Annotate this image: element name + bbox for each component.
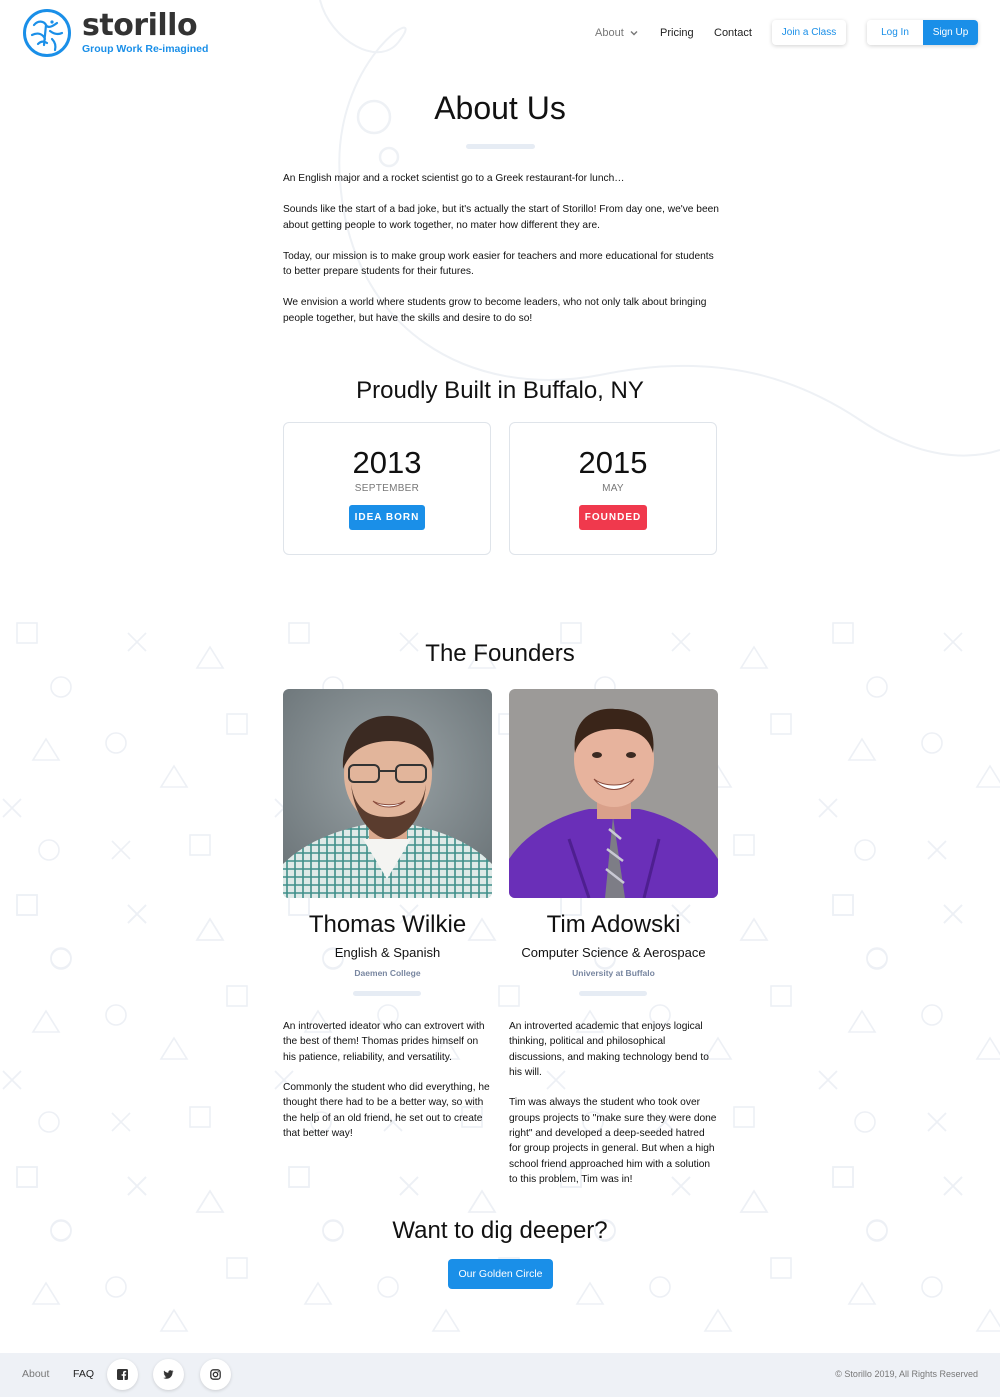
founder-photo-thomas (283, 689, 492, 898)
milestone-card: 2013 SEPTEMBER IDEA BORN (283, 422, 491, 555)
instagram-icon (210, 1369, 221, 1380)
about-paragraph: Today, our mission is to make group work… (283, 250, 714, 278)
milestone-year: 2015 (578, 445, 648, 480)
milestone-card: 2015 MAY FOUNDED (509, 422, 717, 555)
facebook-button[interactable] (107, 1359, 138, 1390)
twitter-button[interactable] (153, 1359, 184, 1390)
founder-major: Computer Science & Aerospace (521, 945, 706, 960)
founder-divider (353, 991, 421, 996)
bio-paragraph: An introverted academic that enjoys logi… (509, 1021, 709, 1078)
title-divider (466, 144, 535, 149)
about-paragraph: Sounds like the start of a bad joke, but… (283, 204, 719, 231)
founder-name: Thomas Wilkie (308, 911, 467, 938)
founder-school: University at Buffalo (572, 968, 655, 978)
nav-item-pricing[interactable]: Pricing (660, 27, 694, 39)
founder-divider (579, 991, 647, 996)
twitter-icon (163, 1370, 174, 1379)
milestone-month: SEPTEMBER (354, 483, 420, 494)
milestone-badge: FOUNDED (578, 505, 648, 530)
join-class-button[interactable]: Join a Class (772, 20, 846, 45)
milestone-year: 2013 (352, 445, 422, 480)
instagram-button[interactable] (200, 1359, 231, 1390)
login-button[interactable]: Log In (867, 20, 923, 45)
auth-buttons: Log In Sign Up (867, 20, 978, 45)
founders-heading: The Founders (425, 640, 575, 667)
site-footer: About FAQ © Storillo 2019, All Rights Re… (0, 1353, 1000, 1397)
about-section: An English major and a rocket scientist … (283, 171, 723, 342)
founder-name: Tim Adowski (546, 911, 681, 938)
about-paragraph: An English major and a rocket scientist … (283, 173, 625, 184)
founder-bio: An introverted ideator who can extrovert… (283, 1019, 493, 1157)
chevron-down-icon (630, 31, 638, 36)
golden-circle-button[interactable]: Our Golden Circle (448, 1259, 553, 1289)
cta-heading: Want to dig deeper? (392, 1217, 608, 1244)
portrait-image (283, 689, 492, 898)
portrait-image (509, 689, 718, 898)
main-nav: About Pricing Contact Join a Class Log I… (0, 20, 1000, 46)
footer-link-about[interactable]: About (22, 1368, 49, 1380)
founder-school: Daemen College (354, 968, 421, 978)
bio-paragraph: Tim was always the student who took over… (509, 1097, 717, 1185)
founder-photo-tim (509, 689, 718, 898)
footer-link-faq[interactable]: FAQ (73, 1368, 94, 1380)
nav-item-about[interactable]: About (595, 27, 638, 39)
founder-major: English & Spanish (334, 945, 441, 960)
copyright-text: © Storillo 2019, All Rights Reserved (835, 1369, 978, 1379)
nav-item-label: About (595, 27, 624, 39)
bio-paragraph: An introverted ideator who can extrovert… (283, 1021, 485, 1063)
nav-item-contact[interactable]: Contact (714, 27, 752, 39)
signup-button[interactable]: Sign Up (923, 20, 978, 45)
facebook-icon (117, 1369, 128, 1380)
bio-paragraph: Commonly the student who did everything,… (283, 1082, 490, 1140)
built-heading: Proudly Built in Buffalo, NY (356, 377, 644, 404)
site-header: storillo Group Work Re-imagined About Pr… (0, 0, 1000, 66)
about-paragraph: We envision a world where students grow … (283, 297, 707, 324)
milestone-month: MAY (602, 483, 624, 494)
founder-bio: An introverted academic that enjoys logi… (509, 1019, 719, 1203)
milestone-badge: IDEA BORN (348, 505, 426, 530)
page-title: About Us (434, 90, 566, 126)
